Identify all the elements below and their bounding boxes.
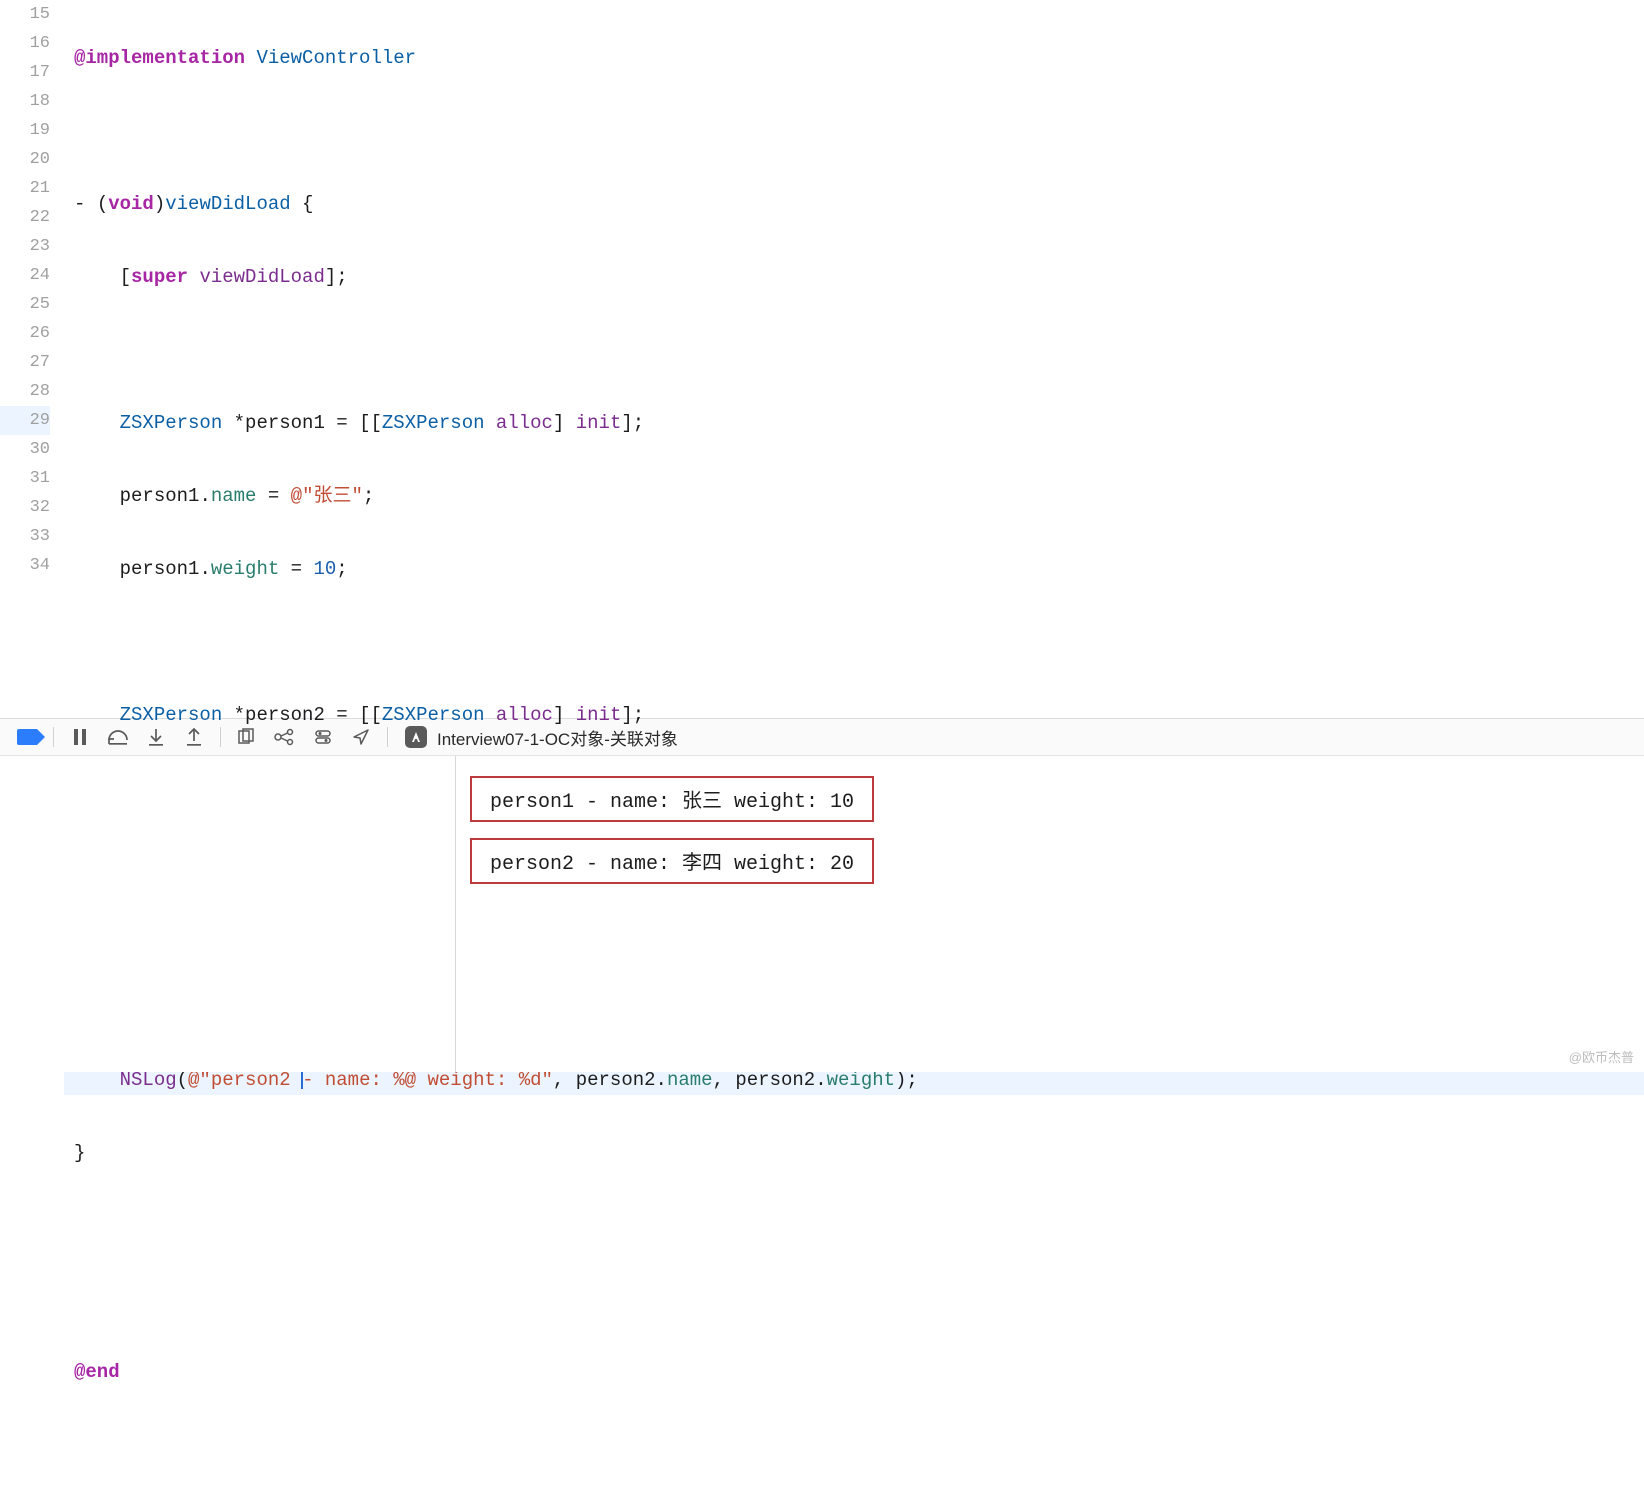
step-over-icon[interactable] <box>103 724 133 750</box>
line-number: 24 <box>0 261 50 290</box>
line-number: 25 <box>0 290 50 319</box>
line-number: 19 <box>0 116 50 145</box>
separator <box>387 727 388 747</box>
line-number: 29 <box>0 406 50 435</box>
view-hierarchy-icon[interactable] <box>232 724 262 750</box>
line-number: 27 <box>0 348 50 377</box>
code-editor[interactable]: 1516171819202122232425262728293031323334… <box>0 0 1644 718</box>
line-number: 28 <box>0 377 50 406</box>
step-out-icon[interactable] <box>179 724 209 750</box>
line-number: 22 <box>0 203 50 232</box>
step-into-icon[interactable] <box>141 724 171 750</box>
location-icon[interactable] <box>346 724 376 750</box>
watermark: @欧币杰普 <box>1569 1047 1634 1066</box>
method-name: viewDidLoad <box>165 193 290 215</box>
method-call: viewDidLoad <box>199 266 324 288</box>
memory-graph-icon[interactable] <box>270 724 300 750</box>
line-number: 31 <box>0 464 50 493</box>
line-number: 17 <box>0 58 50 87</box>
separator <box>53 727 54 747</box>
line-number: 26 <box>0 319 50 348</box>
console-area[interactable]: person1 - name: 张三 weight: 10 person2 - … <box>0 756 1644 1072</box>
line-number-gutter: 1516171819202122232425262728293031323334 <box>0 0 64 718</box>
console-output: person1 - name: 张三 weight: 10 person2 - … <box>470 776 874 900</box>
line-number: 16 <box>0 29 50 58</box>
environment-overrides-icon[interactable] <box>308 724 338 750</box>
line-number: 15 <box>0 0 50 29</box>
line-number: 21 <box>0 174 50 203</box>
line-number: 32 <box>0 493 50 522</box>
console-line: person2 - name: 李四 weight: 20 <box>470 838 874 884</box>
keyword: super <box>131 266 188 288</box>
line-number: 33 <box>0 522 50 551</box>
process-name[interactable]: Interview07-1-OC对象-关联对象 <box>437 725 678 750</box>
keyword: @implementation <box>74 47 245 69</box>
line-number: 34 <box>0 551 50 580</box>
app-icon <box>405 726 427 748</box>
breakpoint-toggle-icon[interactable] <box>12 724 42 750</box>
pane-divider[interactable] <box>455 756 456 1072</box>
type-name: ViewController <box>256 47 416 69</box>
line-number: 23 <box>0 232 50 261</box>
code-content[interactable]: @implementation ViewController - (void)v… <box>64 0 1644 718</box>
console-line: person1 - name: 张三 weight: 10 <box>470 776 874 822</box>
keyword: void <box>108 193 154 215</box>
pause-icon[interactable] <box>65 724 95 750</box>
keyword: @end <box>74 1361 120 1383</box>
separator <box>220 727 221 747</box>
line-number: 18 <box>0 87 50 116</box>
line-number: 30 <box>0 435 50 464</box>
line-number: 20 <box>0 145 50 174</box>
